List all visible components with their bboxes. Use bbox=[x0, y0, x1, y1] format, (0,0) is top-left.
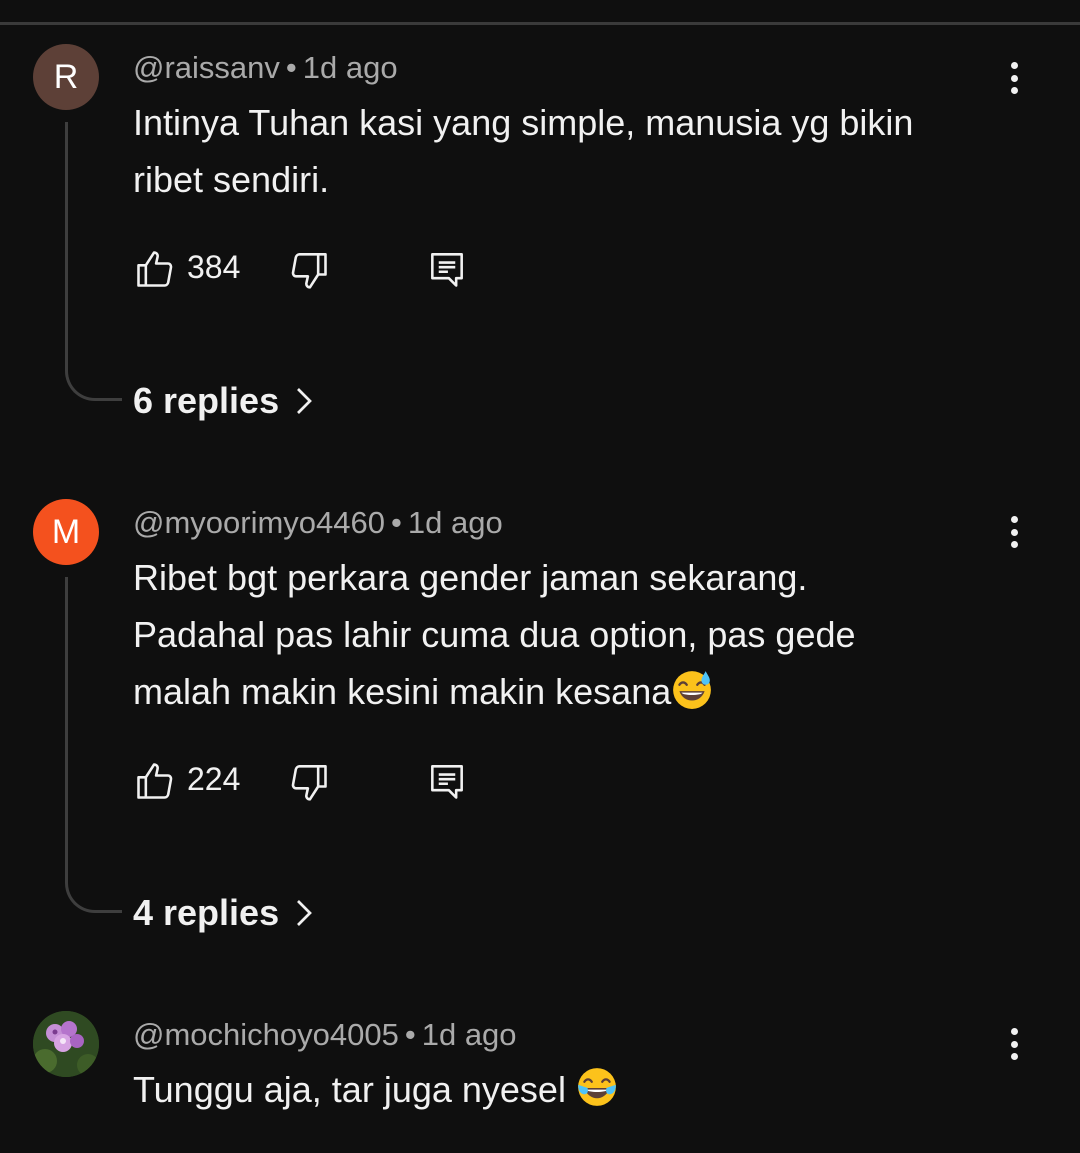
avatar-letter: M bbox=[51, 512, 81, 551]
comment-text-line: Ribet bgt perkara gender jaman sekarang. bbox=[133, 557, 808, 598]
comment-text-line: Padahal pas lahir cuma dua option, pas g… bbox=[133, 614, 856, 655]
dot bbox=[1010, 1053, 1018, 1060]
replies-button[interactable]: 4 replies bbox=[133, 892, 315, 934]
replies-button[interactable]: 6 replies bbox=[133, 380, 315, 422]
comment-author[interactable]: @myoorimyo4460 bbox=[133, 505, 385, 540]
comment-actions: 384 bbox=[133, 247, 493, 291]
meta-separator: • bbox=[285, 50, 297, 85]
like-count: 224 bbox=[187, 761, 241, 797]
dot bbox=[1010, 74, 1018, 82]
comment-text-line-3: malah makin kesini makin kesana bbox=[133, 663, 993, 720]
dislike-button[interactable] bbox=[287, 759, 331, 803]
reply-icon bbox=[431, 765, 463, 799]
comment-text-body: Tunggu aja, tar juga nyesel bbox=[133, 1069, 566, 1110]
top-divider bbox=[0, 22, 1080, 25]
thread-line bbox=[65, 577, 122, 913]
comment-text: Ribet bgt perkara gender jaman sekarang.… bbox=[133, 549, 993, 720]
thread-line bbox=[65, 122, 122, 401]
comment-actions: 224 bbox=[133, 759, 493, 803]
thumb-down-icon bbox=[291, 765, 327, 801]
like-count: 384 bbox=[187, 249, 241, 285]
dot bbox=[1010, 528, 1018, 536]
orchid-photo-icon bbox=[33, 1011, 99, 1077]
comment-author[interactable]: @mochichoyo4005 bbox=[133, 1017, 399, 1052]
dot bbox=[1010, 541, 1018, 548]
grinning-sweat-emoji-icon bbox=[673, 671, 712, 709]
thumb-up-icon bbox=[137, 763, 173, 799]
thumb-up-icon bbox=[137, 251, 173, 287]
replies-label: 4 replies bbox=[133, 892, 280, 933]
comment-time[interactable]: 1d ago bbox=[408, 505, 503, 540]
more-options-button[interactable] bbox=[998, 56, 1030, 100]
chevron-right-icon bbox=[297, 900, 313, 926]
comment-meta: @mochichoyo4005 • 1d ago bbox=[133, 1017, 517, 1053]
comment-time[interactable]: 1d ago bbox=[303, 50, 398, 85]
avatar-letter: R bbox=[53, 57, 79, 96]
comment-text: Intinya Tuhan kasi yang simple, manusia … bbox=[133, 102, 914, 200]
like-button[interactable] bbox=[133, 759, 177, 803]
dot bbox=[1010, 1040, 1018, 1048]
comment-text: Tunggu aja, tar juga nyesel bbox=[133, 1061, 993, 1118]
dot bbox=[1010, 1028, 1018, 1035]
more-options-button[interactable] bbox=[998, 510, 1030, 554]
avatar[interactable]: M bbox=[33, 499, 99, 565]
comment-meta: @myoorimyo4460 • 1d ago bbox=[133, 505, 503, 541]
dot bbox=[1010, 87, 1018, 94]
dot bbox=[1010, 62, 1018, 69]
dot bbox=[1010, 516, 1018, 523]
tears-of-joy-emoji-icon bbox=[578, 1068, 616, 1106]
comment-author[interactable]: @raissanv bbox=[133, 50, 280, 85]
comment-text-line: malah makin kesini makin kesana bbox=[133, 671, 672, 712]
like-button[interactable] bbox=[133, 247, 177, 291]
more-options-button[interactable] bbox=[998, 1022, 1030, 1066]
replies-label: 6 replies bbox=[133, 380, 280, 421]
comment-meta: @raissanv • 1d ago bbox=[133, 50, 398, 86]
thumb-down-icon bbox=[291, 253, 327, 289]
chevron-right-icon bbox=[297, 388, 313, 414]
meta-separator: • bbox=[404, 1017, 416, 1052]
avatar[interactable] bbox=[33, 1011, 99, 1077]
reply-button[interactable] bbox=[425, 247, 469, 291]
meta-separator: • bbox=[391, 505, 402, 540]
reply-button[interactable] bbox=[425, 759, 469, 803]
avatar[interactable]: R bbox=[33, 44, 99, 110]
comment-time[interactable]: 1d ago bbox=[422, 1017, 517, 1052]
dislike-button[interactable] bbox=[287, 247, 331, 291]
reply-icon bbox=[431, 253, 463, 287]
